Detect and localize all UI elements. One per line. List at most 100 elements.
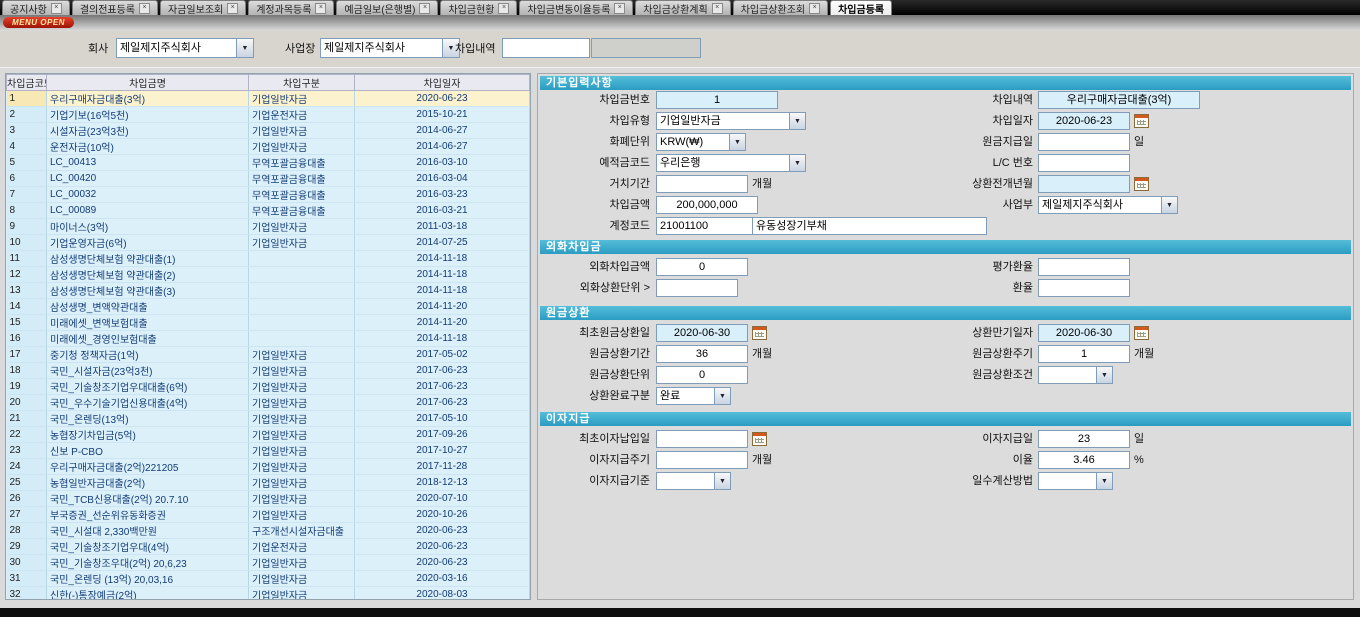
cell-loan-name[interactable]: 국민_시설대 2,330백만원 [47,523,249,539]
first-interest-date-field[interactable] [656,430,748,448]
rollover-ym-field[interactable] [1038,175,1130,193]
cell-loan-date[interactable]: 2017-09-26 [355,427,530,443]
cell-loan-date[interactable]: 2020-06-23 [355,91,530,107]
cell-loan-date[interactable]: 2020-07-10 [355,491,530,507]
cell-loan-name[interactable]: LC_00420 [47,171,249,187]
cell-loan-type[interactable] [249,299,355,315]
cell-loan-name[interactable]: 미래에셋_경영인보험대출 [47,331,249,347]
cell-loan-date[interactable]: 2014-11-18 [355,331,530,347]
chevron-down-icon[interactable]: ▼ [789,155,805,171]
table-row[interactable]: 30국민_기술창조우대(2억) 20,6,23기업일반자금2020-06-23 [7,555,530,571]
table-row[interactable]: 27부국증권_선순위유동화증권기업일반자금2020-10-26 [7,507,530,523]
deposit-code-select[interactable]: 우리은행 ▼ [656,154,806,172]
cell-loan-date[interactable]: 2014-11-18 [355,251,530,267]
cell-loan-name[interactable]: 기업운영자금(6억) [47,235,249,251]
cell-loan-date[interactable]: 2014-11-20 [355,299,530,315]
cell-loan-date[interactable]: 2020-06-23 [355,539,530,555]
table-row[interactable]: 1우리구매자금대출(3억)기업일반자금2020-06-23 [7,91,530,107]
table-row[interactable]: 16미래에셋_경영인보험대출 2014-11-18 [7,331,530,347]
tab-item[interactable]: 공지사항× [2,0,70,15]
cell-loan-type[interactable] [249,283,355,299]
cell-loan-type[interactable]: 기업일반자금 [249,443,355,459]
tab-item[interactable]: 자금일보조회× [160,0,246,15]
cell-loan-type[interactable]: 기업일반자금 [249,91,355,107]
account-name-field[interactable]: 유동성장기부채 [752,217,987,235]
principal-pay-day-field[interactable] [1038,133,1130,151]
cell-loan-type[interactable] [249,267,355,283]
table-row[interactable]: 6LC_00420무역포괄금융대출2016-03-04 [7,171,530,187]
table-row[interactable]: 17중기청 정책자금(1억)기업일반자금2017-05-02 [7,347,530,363]
fx-repay-unit-field[interactable] [656,279,738,297]
table-row[interactable]: 11삼성생명단체보험 약관대출(1)2014-11-18 [7,251,530,267]
cell-loan-date[interactable]: 2018-12-13 [355,475,530,491]
cell-loan-name[interactable]: LC_00413 [47,155,249,171]
day-count-method-select[interactable]: ▼ [1038,472,1113,490]
division-select[interactable]: 제일제지주식회사 ▼ [1038,196,1178,214]
cell-loan-type[interactable]: 무역포괄금융대출 [249,155,355,171]
table-row[interactable]: 12삼성생명단체보험 약관대출(2)2014-11-18 [7,267,530,283]
cell-loan-name[interactable]: 국민_기술창조우대(2억) 20,6,23 [47,555,249,571]
cell-loan-code[interactable]: 12 [7,267,47,283]
tab-close-icon[interactable]: × [51,3,62,14]
chevron-down-icon[interactable]: ▼ [729,134,745,150]
cell-loan-name[interactable]: 삼성생명단체보험 약관대출(2) [47,267,249,283]
table-row[interactable]: 2기업기보(16억5천)기업운전자금2015-10-21 [7,107,530,123]
cell-loan-code[interactable]: 16 [7,331,47,347]
table-row[interactable]: 19국민_기술창조기업우대대출(6억)기업일반자금2017-06-23 [7,379,530,395]
cell-loan-code[interactable]: 4 [7,139,47,155]
table-row[interactable]: 24우리구매자금대출(2억)221205기업일반자금2017-11-28 [7,459,530,475]
cell-loan-name[interactable]: 기업기보(16억5천) [47,107,249,123]
cell-loan-type[interactable]: 기업운전자금 [249,107,355,123]
cell-loan-name[interactable]: 삼성생명단체보험 약관대출(1) [47,251,249,267]
cell-loan-type[interactable]: 무역포괄금융대출 [249,203,355,219]
table-row[interactable]: 18국민_시설자금(23억3천)기업일반자금2017-06-23 [7,363,530,379]
cell-loan-type[interactable]: 기업일반자금 [249,587,355,601]
loan-desc-filter-input[interactable] [502,38,590,58]
chevron-down-icon[interactable]: ▼ [714,473,730,489]
cell-loan-name[interactable]: 국민_온렌딩(13억) [47,411,249,427]
table-row[interactable]: 13삼성생명단체보험 약관대출(3)2014-11-18 [7,283,530,299]
cell-loan-name[interactable]: 삼성생명단체보험 약관대출(3) [47,283,249,299]
cell-loan-name[interactable]: 국민_시설자금(23억3천) [47,363,249,379]
chevron-down-icon[interactable]: ▼ [1161,197,1177,213]
cell-loan-code[interactable]: 27 [7,507,47,523]
cell-loan-type[interactable]: 기업일반자금 [249,459,355,475]
cell-loan-name[interactable]: 국민_기술창조기업우대대출(6억) [47,379,249,395]
repay-period-field[interactable]: 36 [656,345,748,363]
table-row[interactable]: 26국민_TCB신용대출(2억) 20.7.10기업일반자금2020-07-10 [7,491,530,507]
maturity-date-field[interactable]: 2020-06-30 [1038,324,1130,342]
cell-loan-code[interactable]: 13 [7,283,47,299]
cell-loan-date[interactable]: 2017-06-23 [355,363,530,379]
interest-cycle-field[interactable] [656,451,748,469]
cell-loan-type[interactable]: 기업일반자금 [249,379,355,395]
cell-loan-name[interactable]: 중기청 정책자금(1억) [47,347,249,363]
cell-loan-type[interactable]: 무역포괄금융대출 [249,171,355,187]
cell-loan-code[interactable]: 31 [7,571,47,587]
loan-date-field[interactable]: 2020-06-23 [1038,112,1130,130]
chevron-down-icon[interactable]: ▼ [714,388,730,404]
cell-loan-name[interactable]: LC_00032 [47,187,249,203]
cell-loan-code[interactable]: 14 [7,299,47,315]
cell-loan-code[interactable]: 17 [7,347,47,363]
tab-close-icon[interactable]: × [139,3,150,14]
cell-loan-type[interactable]: 기업일반자금 [249,571,355,587]
chevron-down-icon[interactable]: ▼ [789,113,805,129]
cell-loan-type[interactable]: 기업일반자금 [249,491,355,507]
cell-loan-code[interactable]: 24 [7,459,47,475]
cell-loan-date[interactable]: 2017-11-28 [355,459,530,475]
cell-loan-code[interactable]: 9 [7,219,47,235]
cell-loan-type[interactable]: 무역포괄금융대출 [249,187,355,203]
cell-loan-code[interactable]: 18 [7,363,47,379]
table-row[interactable]: 5LC_00413무역포괄금융대출2016-03-10 [7,155,530,171]
cell-loan-code[interactable]: 28 [7,523,47,539]
tab-close-icon[interactable]: × [809,3,820,14]
cell-loan-name[interactable]: LC_00089 [47,203,249,219]
cell-loan-name[interactable]: 국민_기술창조기업우대(4억) [47,539,249,555]
cell-loan-code[interactable]: 3 [7,123,47,139]
company-select[interactable]: 제일제지주식회사 ▼ [116,38,254,58]
tab-close-icon[interactable]: × [315,3,326,14]
table-row[interactable]: 20국민_우수기술기업신용대출(4억)기업일반자금2017-06-23 [7,395,530,411]
table-row[interactable]: 9마이너스(3억)기업일반자금2011-03-18 [7,219,530,235]
cell-loan-code[interactable]: 20 [7,395,47,411]
loan-amount-field[interactable]: 200,000,000 [656,196,758,214]
